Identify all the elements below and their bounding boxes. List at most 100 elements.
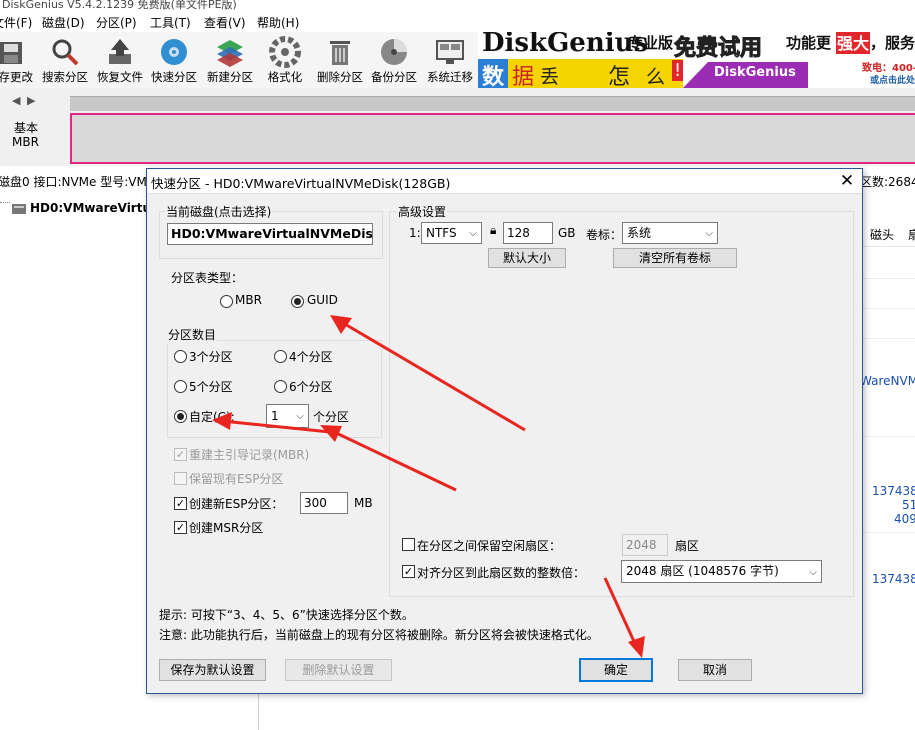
radio-6-partitions[interactable] xyxy=(274,380,287,393)
delete-default-button[interactable]: 删除默认设置 xyxy=(285,659,392,681)
partition-row-index: 1: xyxy=(409,226,421,240)
volume-label-select[interactable]: 系统 ⌵ xyxy=(622,222,718,244)
radio-5-partitions[interactable] xyxy=(174,380,187,393)
column-header-heads[interactable]: 磁头 xyxy=(870,226,894,243)
create-esp-label: 创建新ESP分区： xyxy=(189,497,284,511)
volume-label-value: 系统 xyxy=(627,226,652,240)
toolbar-system-migrate-button[interactable]: 系统迁移 xyxy=(420,34,480,86)
list-header: 磁头 扇 xyxy=(860,218,915,247)
pane-divider xyxy=(258,692,259,730)
menu-partition[interactable]: 分区(P) xyxy=(96,14,137,31)
disk-partition-block[interactable] xyxy=(70,113,915,164)
current-disk-label: 当前磁盘(点击选择) xyxy=(165,203,273,220)
divider xyxy=(860,278,915,279)
radio-custom-label: 自定(C): xyxy=(189,410,235,424)
menu-help[interactable]: 帮助(H) xyxy=(257,14,299,31)
default-size-button[interactable]: 默认大小 xyxy=(488,248,566,268)
disk-map-label: ◀ ▶ 基本 MBR xyxy=(0,88,68,166)
partition-list: 磁头 扇 WareNVM 1374388 51 4096 1374388 xyxy=(860,198,915,730)
custom-count-suffix: 个分区 xyxy=(313,410,350,424)
ad-banner[interactable]: DiskGenius 专业版 免费试用 功能更 强大 ，服务 数 据 丢 怎 么… xyxy=(478,32,915,88)
filesystem-select[interactable]: NTFS ⌵ xyxy=(421,222,482,244)
keep-gap-label: 在分区之间保留空闲扇区： xyxy=(417,539,562,553)
chevron-down-icon: ⌵ xyxy=(705,228,713,239)
list-text: WareNVM xyxy=(860,374,915,388)
dialog-title-bar[interactable]: 快速分区 - HD0:VMwareVirtualNVMeDisk(128GB) … xyxy=(147,169,862,194)
checkbox-keep-esp[interactable] xyxy=(174,472,187,485)
quick-partition-dialog: 快速分区 - HD0:VMwareVirtualNVMeDisk(128GB) … xyxy=(146,168,863,694)
align-select[interactable]: 2048 扇区 (1048576 字节) ⌵ xyxy=(621,560,822,583)
radio-label: 4个分区 xyxy=(289,350,333,364)
new-partition-icon xyxy=(217,40,243,67)
ad-headline-c: ，服务 xyxy=(870,34,915,52)
list-value: 4096 xyxy=(894,512,915,526)
toolbar: 保存更改 搜索分区 恢复文件 快速分区 新建分区 格式化 删除分区 备份分区 系… xyxy=(0,32,478,89)
clear-labels-button[interactable]: 清空所有卷标 xyxy=(613,248,737,268)
divider xyxy=(860,338,915,339)
radio-3-partitions[interactable] xyxy=(174,350,187,363)
radio-label: 6个分区 xyxy=(289,380,333,394)
partition-size-unit: GB xyxy=(558,226,576,240)
divider xyxy=(860,532,915,533)
filesystem-value: NTFS xyxy=(426,226,457,240)
align-value: 2048 扇区 (1048576 字节) xyxy=(626,564,779,578)
ad-char: 么 xyxy=(646,66,666,88)
ad-edition: 专业版 xyxy=(628,34,674,52)
create-msr-label: 创建MSR分区 xyxy=(189,521,264,535)
disk-map: ◀ ▶ 基本 MBR xyxy=(0,88,915,166)
advanced-label: 高级设置 xyxy=(397,203,448,220)
partition-count-label: 分区数目 xyxy=(167,326,218,343)
close-icon[interactable]: ✕ xyxy=(835,170,859,192)
list-value: 51 xyxy=(902,498,915,512)
ad-char: ! xyxy=(672,60,684,81)
current-disk-field[interactable]: HD0:VMwareVirtualNVMeDisk xyxy=(167,223,373,245)
restore-file-icon xyxy=(109,39,131,64)
checkbox-keep-gap[interactable] xyxy=(402,538,415,551)
tree-connector xyxy=(0,202,10,204)
checkbox-align[interactable]: ✓ xyxy=(402,565,415,578)
menu-tools[interactable]: 工具(T) xyxy=(150,14,191,31)
menu-file[interactable]: 文件(F) xyxy=(0,14,32,31)
list-value: 1374388 xyxy=(872,484,915,498)
next-disk-icon[interactable]: ▶ xyxy=(27,94,35,107)
ad-char: 丢 xyxy=(540,66,560,88)
cancel-button[interactable]: 取消 xyxy=(678,659,752,681)
app-title: DiskGenius V5.4.2.1239 免费版(单文件PE版) xyxy=(2,0,237,11)
checkbox-create-esp[interactable]: ✓ xyxy=(174,497,187,510)
partition-size-input[interactable]: 128 xyxy=(503,222,553,244)
checkbox-rebuild-mbr[interactable]: ✓ xyxy=(174,448,187,461)
hint-shortcut: 提示: 可按下“3、4、5、6”快速选择分区个数。 xyxy=(159,608,414,622)
tree-item-disk[interactable]: HD0:VMwareVirtu xyxy=(30,201,151,215)
radio-4-partitions[interactable] xyxy=(274,350,287,363)
column-header-sectors[interactable]: 扇 xyxy=(908,226,915,243)
radio-guid[interactable] xyxy=(291,295,304,308)
disk-type-label: 基本 xyxy=(14,121,39,135)
ok-button[interactable]: 确定 xyxy=(579,658,653,682)
system-migrate-icon xyxy=(436,40,464,64)
gap-sectors-input[interactable]: 2048 xyxy=(622,534,668,556)
prev-disk-icon[interactable]: ◀ xyxy=(12,94,20,107)
esp-size-unit: MB xyxy=(354,496,373,510)
menu-disk[interactable]: 磁盘(D) xyxy=(42,14,85,31)
ad-headline-b: 功能更 xyxy=(786,34,832,52)
custom-count-select[interactable]: 1 ⌵ xyxy=(266,404,309,428)
radio-mbr[interactable] xyxy=(220,295,233,308)
divider xyxy=(860,436,915,437)
hint-warning: 注意: 此功能执行后，当前磁盘上的现有分区将被删除。新分区将会被快速格式化。 xyxy=(159,628,599,642)
esp-size-input[interactable]: 300 xyxy=(300,492,348,514)
ad-char: 数 xyxy=(482,65,505,88)
radio-guid-label: GUID xyxy=(307,293,338,307)
keep-esp-label: 保留现有ESP分区 xyxy=(189,472,284,486)
radio-label: 3个分区 xyxy=(189,350,233,364)
table-type-label: 分区表类型： xyxy=(171,271,244,285)
lock-icon[interactable]: 🔒︎ xyxy=(490,223,496,238)
checkbox-create-msr[interactable]: ✓ xyxy=(174,521,187,534)
menu-view[interactable]: 查看(V) xyxy=(204,14,246,31)
search-icon xyxy=(52,39,79,66)
radio-custom[interactable] xyxy=(174,410,187,423)
disk-capacity-bar xyxy=(70,96,915,111)
save-default-button[interactable]: 保存为默认设置 xyxy=(159,659,266,681)
save-icon xyxy=(0,42,22,64)
disk-icon xyxy=(12,204,26,214)
ad-brand-small: DiskGenius xyxy=(714,65,796,80)
